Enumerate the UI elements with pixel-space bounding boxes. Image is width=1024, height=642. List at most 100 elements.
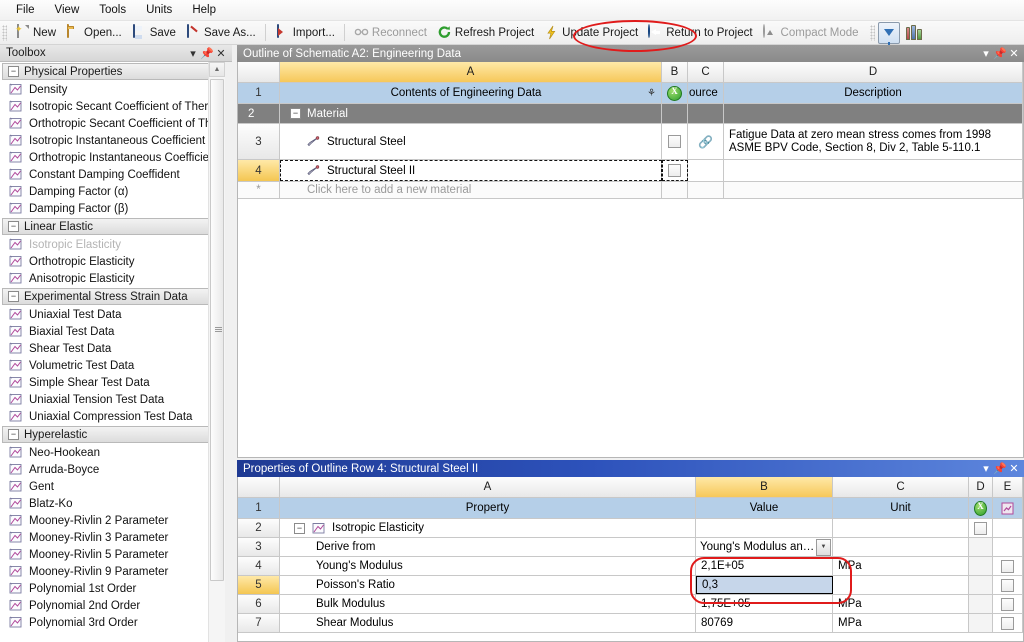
- collapse-expander-icon[interactable]: −: [290, 108, 301, 119]
- value-cell[interactable]: 2,1E+05: [696, 557, 833, 575]
- outline-col-d[interactable]: D: [724, 62, 1023, 82]
- toolbox-item[interactable]: Mooney-Rivlin 3 Parameter: [0, 529, 216, 546]
- chart-checkbox-cell[interactable]: [993, 557, 1023, 575]
- toolbox-group-header[interactable]: − Linear Elastic: [2, 218, 215, 235]
- add-material-row[interactable]: * Click here to add a new material: [238, 182, 1023, 199]
- menu-view[interactable]: View: [45, 2, 90, 18]
- value-input[interactable]: 0,3: [696, 576, 833, 594]
- material-group-cell[interactable]: − Material: [280, 104, 662, 123]
- new-button[interactable]: ✦ New: [10, 22, 61, 44]
- table-row[interactable]: 4 Young's Modulus 2,1E+05 MPa: [238, 557, 1023, 576]
- toolbox-item[interactable]: Damping Factor (β): [0, 200, 216, 217]
- scroll-up-arrow-icon[interactable]: ▲: [209, 62, 225, 77]
- props-col-e[interactable]: E: [993, 477, 1023, 497]
- pin-icon[interactable]: 📌: [993, 462, 1007, 476]
- toolbox-item[interactable]: Orthotropic Secant Coefficient of Therm: [0, 115, 216, 132]
- source-link-cell[interactable]: 🔗: [688, 124, 724, 159]
- value-cell[interactable]: 80769: [696, 614, 833, 632]
- outline-col-b[interactable]: B: [662, 62, 688, 82]
- toolbox-item[interactable]: Orthotropic Elasticity: [0, 253, 216, 270]
- checkbox[interactable]: [1001, 616, 1014, 630]
- table-row[interactable]: 3 Derive from Young's Modulus and... ▼: [238, 538, 1023, 557]
- chart-checkbox-cell[interactable]: [993, 576, 1023, 594]
- menu-chevron-icon[interactable]: ▾: [186, 46, 200, 60]
- refresh-project-button[interactable]: Refresh Project: [432, 22, 539, 44]
- toolbox-item[interactable]: Isotropic Elasticity: [0, 236, 216, 253]
- include-checkbox-cell[interactable]: [662, 124, 688, 159]
- update-project-button[interactable]: Update Project: [539, 22, 643, 44]
- toolbox-group-header[interactable]: − Experimental Stress Strain Data: [2, 288, 215, 305]
- checkbox[interactable]: [1001, 597, 1014, 611]
- filter-funnel-icon[interactable]: [877, 21, 900, 46]
- table-row[interactable]: 7 Shear Modulus 80769 MPa: [238, 614, 1023, 633]
- toolbar-grip-2[interactable]: [869, 24, 875, 41]
- toolbox-item[interactable]: Shear Test Data: [0, 340, 216, 357]
- props-col-b[interactable]: B: [696, 477, 833, 497]
- property-cell[interactable]: − Isotropic Elasticity: [280, 519, 696, 537]
- checkbox[interactable]: [1001, 559, 1014, 573]
- value-cell[interactable]: Young's Modulus and... ▼: [696, 538, 833, 556]
- toolbox-item[interactable]: Polynomial 2nd Order: [0, 597, 216, 614]
- toolbox-item[interactable]: Simple Shear Test Data: [0, 374, 216, 391]
- close-icon[interactable]: ✕: [1007, 462, 1021, 476]
- close-icon[interactable]: ✕: [1007, 47, 1021, 61]
- collapse-expander-icon[interactable]: −: [8, 66, 19, 77]
- toolbox-item[interactable]: Gent: [0, 478, 216, 495]
- chevron-down-icon[interactable]: ▼: [816, 538, 831, 556]
- collapse-expander-icon[interactable]: −: [8, 291, 19, 302]
- menu-file[interactable]: File: [6, 2, 45, 18]
- toolbox-item[interactable]: Anisotropic Elasticity: [0, 270, 216, 287]
- toolbox-item[interactable]: Uniaxial Compression Test Data: [0, 408, 216, 425]
- toolbox-item[interactable]: Volumetric Test Data: [0, 357, 216, 374]
- pin-icon[interactable]: 📌: [200, 46, 214, 60]
- checkbox[interactable]: [668, 135, 681, 148]
- material-name-cell[interactable]: Structural Steel: [280, 124, 662, 159]
- toolbox-item[interactable]: Arruda-Boyce: [0, 461, 216, 478]
- menu-chevron-icon[interactable]: ▾: [979, 47, 993, 61]
- menu-units[interactable]: Units: [136, 2, 182, 18]
- checkbox[interactable]: [668, 164, 681, 177]
- sort-filter-icon[interactable]: ⚘: [647, 88, 656, 99]
- close-icon[interactable]: ✕: [214, 46, 228, 60]
- outline-col-c[interactable]: C: [688, 62, 724, 82]
- toolbox-item[interactable]: Biaxial Test Data: [0, 323, 216, 340]
- checkbox[interactable]: [974, 521, 987, 535]
- toolbox-item[interactable]: Polynomial 3rd Order: [0, 614, 216, 631]
- collapse-expander-icon[interactable]: −: [294, 522, 305, 534]
- table-row[interactable]: 5 Poisson's Ratio 0,3: [238, 576, 1023, 595]
- save-as-button[interactable]: Save As...: [181, 22, 261, 44]
- value-cell[interactable]: [696, 519, 833, 537]
- scrollbar-thumb[interactable]: [210, 79, 224, 581]
- return-to-project-button[interactable]: Return to Project: [643, 22, 757, 44]
- collapse-expander-icon[interactable]: −: [8, 221, 19, 232]
- source-checkbox-cell[interactable]: [969, 519, 993, 537]
- toolbox-item[interactable]: Constant Damping Coeffident: [0, 166, 216, 183]
- material-name-cell[interactable]: Structural Steel II: [280, 160, 662, 181]
- toolbox-item[interactable]: Isotropic Secant Coefficient of Thermal: [0, 98, 216, 115]
- toolbox-item[interactable]: Uniaxial Test Data: [0, 306, 216, 323]
- engineering-data-books-icon[interactable]: [904, 22, 924, 44]
- toolbox-group-header[interactable]: − Hyperelastic: [2, 426, 215, 443]
- table-row[interactable]: 2 − Isotropic Elasticity: [238, 519, 1023, 538]
- table-row[interactable]: 3 Structural Steel 🔗 Fatigue Data at zer…: [238, 124, 1023, 160]
- table-row[interactable]: 6 Bulk Modulus 1,75E+05 MPa: [238, 595, 1023, 614]
- props-col-a[interactable]: A: [280, 477, 696, 497]
- pin-icon[interactable]: 📌: [993, 47, 1007, 61]
- toolbox-item[interactable]: Density: [0, 81, 216, 98]
- toolbox-item[interactable]: Isotropic Instantaneous Coefficient of: [0, 132, 216, 149]
- menu-chevron-icon[interactable]: ▾: [979, 462, 993, 476]
- outline-col-a[interactable]: A: [280, 62, 662, 82]
- toolbox-item[interactable]: Orthotropic Instantaneous Coefficient: [0, 149, 216, 166]
- menu-tools[interactable]: Tools: [89, 2, 136, 18]
- props-col-c[interactable]: C: [833, 477, 969, 497]
- value-cell[interactable]: 1,75E+05: [696, 595, 833, 613]
- toolbox-item[interactable]: Uniaxial Tension Test Data: [0, 391, 216, 408]
- checkbox[interactable]: [1001, 578, 1014, 592]
- props-col-d[interactable]: D: [969, 477, 993, 497]
- toolbox-item[interactable]: Damping Factor (α): [0, 183, 216, 200]
- toolbox-group-header[interactable]: − Physical Properties: [2, 63, 215, 80]
- menu-help[interactable]: Help: [182, 2, 226, 18]
- toolbox-item[interactable]: Neo-Hookean: [0, 444, 216, 461]
- link-icon[interactable]: 🔗: [698, 135, 713, 149]
- save-button[interactable]: Save: [127, 22, 181, 44]
